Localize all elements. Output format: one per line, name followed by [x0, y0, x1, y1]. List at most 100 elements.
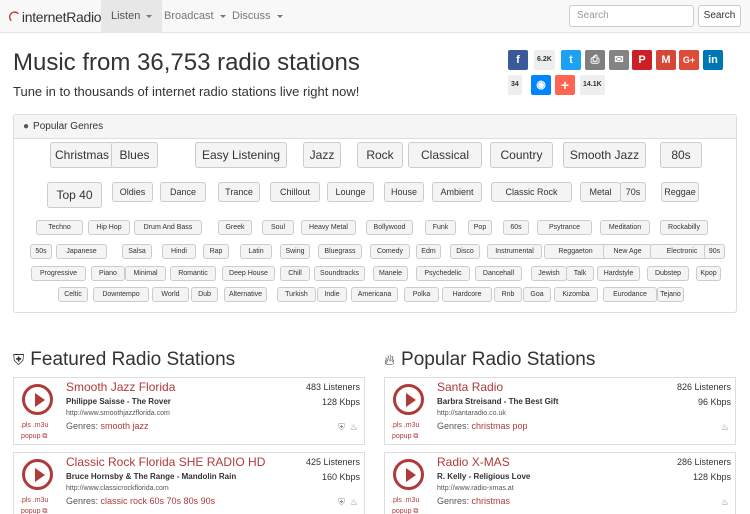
genre-tag-70s[interactable]: 70s: [620, 182, 646, 202]
station-url[interactable]: http://www.radio-xmas.at: [437, 485, 514, 492]
genre-tag-kizomba[interactable]: Kizomba: [554, 287, 598, 302]
addthis-share-icon[interactable]: +: [555, 75, 575, 95]
pinterest-share-icon[interactable]: P: [632, 50, 652, 70]
genre-tag-psychedelic[interactable]: Psychedelic: [416, 266, 470, 281]
station-name[interactable]: Smooth Jazz Florida: [66, 380, 175, 394]
genre-tag-heavy-metal[interactable]: Heavy Metal: [301, 220, 356, 235]
genre-tag-talk[interactable]: Talk: [566, 266, 594, 281]
genre-tag-bollywood[interactable]: Bollywood: [366, 220, 413, 235]
station-name[interactable]: Classic Rock Florida SHE RADIO HD: [66, 455, 265, 469]
playlist-links[interactable]: .pls .m3u: [20, 497, 48, 504]
genre-tag-comedy[interactable]: Comedy: [370, 244, 410, 259]
popup-link[interactable]: popup ⧉: [21, 508, 47, 514]
play-circle-icon[interactable]: [393, 459, 424, 490]
genre-tag-hardcore[interactable]: Hardcore: [442, 287, 492, 302]
search-input[interactable]: Search: [569, 5, 694, 27]
genre-tag-smooth-jazz[interactable]: Smooth Jazz: [563, 142, 646, 168]
genre-tag-easy-listening[interactable]: Easy Listening: [195, 142, 287, 168]
genre-link[interactable]: christmas: [472, 496, 511, 506]
genre-tag-jazz[interactable]: Jazz: [303, 142, 341, 168]
genre-tag-dance[interactable]: Dance: [160, 182, 206, 202]
genre-tag-chill[interactable]: Chill: [280, 266, 310, 281]
genre-tag-celtic[interactable]: Celtic: [58, 287, 88, 302]
genre-tag-ambient[interactable]: Ambient: [432, 182, 482, 202]
genre-tag-dub[interactable]: Dub: [191, 287, 218, 302]
genre-tag-meditation[interactable]: Meditation: [600, 220, 650, 235]
genre-tag-dancehall[interactable]: Dancehall: [475, 266, 522, 281]
genre-tag-techno[interactable]: Techno: [36, 220, 83, 235]
popup-link[interactable]: popup ⧉: [21, 433, 47, 441]
genre-tag-blues[interactable]: Blues: [111, 142, 158, 168]
gmail-share-icon[interactable]: M: [656, 50, 676, 70]
genre-tag-kpop[interactable]: Kpop: [696, 266, 721, 281]
genre-tag-rap[interactable]: Rap: [203, 244, 229, 259]
popup-link[interactable]: popup ⧉: [392, 433, 418, 441]
googleplus-share-icon[interactable]: G+: [679, 50, 699, 70]
email-share-icon[interactable]: ✉: [609, 50, 629, 70]
messenger-share-icon[interactable]: ◉: [531, 75, 551, 95]
genre-tag-hardstyle[interactable]: Hardstyle: [597, 266, 640, 281]
genre-tag-drum-and-bass[interactable]: Drum And Bass: [134, 220, 202, 235]
genre-tag-rnb[interactable]: Rnb: [494, 287, 522, 302]
genre-link[interactable]: christmas pop: [472, 421, 528, 431]
genre-tag-pop[interactable]: Pop: [468, 220, 492, 235]
genre-tag-minimal[interactable]: Minimal: [125, 266, 166, 281]
genre-tag-instrumental[interactable]: Instrumental: [487, 244, 542, 259]
print-share-icon[interactable]: ⎙: [585, 50, 605, 70]
genre-tag-metal[interactable]: Metal: [580, 182, 621, 202]
nav-discuss[interactable]: Discuss: [222, 0, 293, 33]
genre-tag-bluegrass[interactable]: Bluegrass: [318, 244, 362, 259]
genre-tag-christmas[interactable]: Christmas: [50, 142, 114, 168]
play-circle-icon[interactable]: [22, 384, 53, 415]
search-button[interactable]: Search: [698, 5, 741, 27]
genre-tag-eurodance[interactable]: Eurodance: [603, 287, 657, 302]
playlist-links[interactable]: .pls .m3u: [391, 497, 419, 504]
genre-tag-dubstep[interactable]: Dubstep: [647, 266, 689, 281]
genre-tag-jewish[interactable]: Jewish: [531, 266, 567, 281]
genre-tag-progressive[interactable]: Progressive: [31, 266, 86, 281]
genre-tag-50s[interactable]: 50s: [30, 244, 52, 259]
genre-tag-downtempo[interactable]: Downtempo: [93, 287, 149, 302]
facebook-share-icon[interactable]: f: [508, 50, 528, 70]
genre-tag-tejano[interactable]: Tejano: [657, 287, 684, 302]
popup-link[interactable]: popup ⧉: [392, 508, 418, 514]
genre-tag-disco[interactable]: Disco: [450, 244, 480, 259]
play-circle-icon[interactable]: [393, 384, 424, 415]
genre-tag-greek[interactable]: Greek: [218, 220, 252, 235]
genre-tag-americana[interactable]: Americana: [351, 287, 398, 302]
station-name[interactable]: Santa Radio: [437, 380, 503, 394]
genre-tag-house[interactable]: House: [384, 182, 424, 202]
genre-tag-80s[interactable]: 80s: [660, 142, 702, 168]
genre-tag-chillout[interactable]: Chillout: [270, 182, 320, 202]
genre-tag-polka[interactable]: Polka: [404, 287, 439, 302]
genre-tag-alternative[interactable]: Alternative: [224, 287, 267, 302]
station-url[interactable]: http://santaradio.co.uk: [437, 410, 506, 417]
playlist-links[interactable]: .pls .m3u: [391, 422, 419, 429]
genre-tag-soundtracks[interactable]: Soundtracks: [314, 266, 365, 281]
genre-tag-swing[interactable]: Swing: [280, 244, 310, 259]
playlist-links[interactable]: .pls .m3u: [20, 422, 48, 429]
genre-tag-salsa[interactable]: Salsa: [122, 244, 152, 259]
genre-tag-japanese[interactable]: Japanese: [56, 244, 107, 259]
genre-tag-world[interactable]: World: [152, 287, 189, 302]
genre-tag-rock[interactable]: Rock: [357, 142, 403, 168]
genre-tag-funk[interactable]: Funk: [425, 220, 456, 235]
station-url[interactable]: http://www.classicrockflorida.com: [66, 485, 169, 492]
genre-tag-indie[interactable]: Indie: [317, 287, 347, 302]
genre-tag-edm[interactable]: Edm: [416, 244, 441, 259]
genre-tag-psytrance[interactable]: Psytrance: [537, 220, 592, 235]
genre-tag-goa[interactable]: Goa: [523, 287, 551, 302]
linkedin-share-icon[interactable]: in: [703, 50, 723, 70]
genre-tag-romantic[interactable]: Romantic: [170, 266, 216, 281]
genre-tag-piano[interactable]: Piano: [91, 266, 125, 281]
brand-logo[interactable]: ◠ internetRadio: [4, 6, 102, 26]
station-name[interactable]: Radio X-MAS: [437, 455, 510, 469]
genre-tag-reggae[interactable]: Reggae: [661, 182, 699, 202]
genre-tag-new-age[interactable]: New Age: [603, 244, 652, 259]
twitter-share-icon[interactable]: t: [561, 50, 581, 70]
genre-tag-classic-rock[interactable]: Classic Rock: [491, 182, 572, 202]
genre-tag-deep-house[interactable]: Deep House: [222, 266, 275, 281]
genre-tag-90s[interactable]: 90s: [704, 244, 725, 259]
genre-link[interactable]: smooth jazz: [101, 421, 149, 431]
genre-tag-hindi[interactable]: Hindi: [162, 244, 196, 259]
